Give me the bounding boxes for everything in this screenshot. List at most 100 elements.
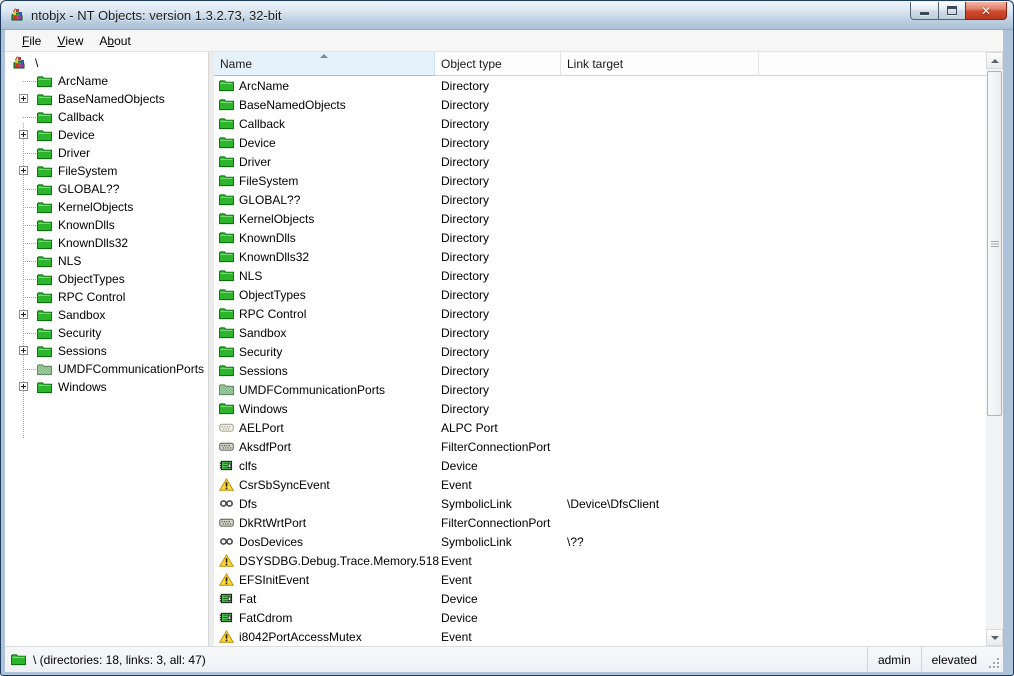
list-row-dosdevices[interactable]: DosDevices SymbolicLink \?? (214, 532, 986, 551)
tree-item-filesystem[interactable]: FileSystem (5, 162, 208, 180)
vertical-scrollbar[interactable] (986, 52, 1003, 646)
expand-plus-icon[interactable] (19, 382, 28, 391)
main-area: \ ArcName BaseNamedObjects Callback Device D… (5, 52, 1003, 646)
list-row-objecttypes[interactable]: ObjectTypes Directory (214, 285, 986, 304)
tree-item-global[interactable]: GLOBAL?? (5, 180, 208, 198)
tree-item-knowndlls[interactable]: KnownDlls (5, 216, 208, 234)
resize-grip[interactable] (987, 647, 1003, 672)
list-row-windows[interactable]: Windows Directory (214, 399, 986, 418)
expand-plus-icon[interactable] (19, 166, 28, 175)
folder-icon (37, 236, 53, 250)
scroll-down-button[interactable] (986, 629, 1003, 646)
list-row-fat[interactable]: Fat Device (214, 589, 986, 608)
tree-item-objecttypes[interactable]: ObjectTypes (5, 270, 208, 288)
tree-item-arcname[interactable]: ArcName (5, 72, 208, 90)
tree-root-item[interactable]: \ (5, 54, 208, 72)
maximize-icon (947, 6, 957, 15)
tree-item-label: UMDFCommunicationPorts (58, 362, 205, 376)
list-row-driver[interactable]: Driver Directory (214, 152, 986, 171)
list-row-sandbox[interactable]: Sandbox Directory (214, 323, 986, 342)
list-row-basenamedobjects[interactable]: BaseNamedObjects Directory (214, 95, 986, 114)
tree-item-basenamedobjects[interactable]: BaseNamedObjects (5, 90, 208, 108)
scroll-up-button[interactable] (986, 52, 1003, 69)
event-icon (219, 554, 234, 568)
list-row-knowndlls[interactable]: KnownDlls Directory (214, 228, 986, 247)
cell-name: FileSystem (214, 174, 435, 188)
tree-item-kernelobjects[interactable]: KernelObjects (5, 198, 208, 216)
tree-item-label: NLS (58, 254, 82, 268)
list-row-device[interactable]: Device Directory (214, 133, 986, 152)
folder-icon (37, 254, 53, 268)
list-row-sessions[interactable]: Sessions Directory (214, 361, 986, 380)
cell-object-type: Directory (441, 363, 490, 378)
cell-object-type: Directory (441, 287, 490, 302)
row-name: EFSInitEvent (239, 572, 310, 587)
list-row-dfs[interactable]: Dfs SymbolicLink \Device\DfsClient (214, 494, 986, 513)
expand-plus-icon[interactable] (19, 310, 28, 319)
cell-name: KnownDlls32 (214, 250, 435, 264)
tree-item-device[interactable]: Device (5, 126, 208, 144)
menu-about[interactable]: Ab out (91, 30, 138, 51)
menu-file[interactable]: File (14, 30, 49, 51)
tree-item-knowndlls32[interactable]: KnownDlls32 (5, 234, 208, 252)
filter-port-icon (219, 440, 234, 454)
expand-plus-icon[interactable] (19, 346, 28, 355)
list-row-clfs[interactable]: clfs Device (214, 456, 986, 475)
row-name: DosDevices (239, 534, 304, 549)
column-header-link-target[interactable]: Link target (561, 52, 759, 76)
folder-icon (37, 164, 53, 178)
row-name: BaseNamedObjects (239, 97, 346, 112)
cell-object-type: Directory (441, 97, 490, 112)
tree-item-label: Driver (58, 146, 90, 160)
list-row-efsinitevent[interactable]: EFSInitEvent Event (214, 570, 986, 589)
titlebar[interactable]: ntobjx - NT Objects: version 1.3.2.73, 3… (1, 1, 1013, 30)
expand-plus-icon[interactable] (19, 94, 28, 103)
list-row-dkrtwrtport[interactable]: DkRtWrtPort FilterConnectionPort (214, 513, 986, 532)
tree-item-sessions[interactable]: Sessions (5, 342, 208, 360)
list-row-fatcdrom[interactable]: FatCdrom Device (214, 608, 986, 627)
list-row-filesystem[interactable]: FileSystem Directory (214, 171, 986, 190)
expand-plus-icon[interactable] (19, 130, 28, 139)
cell-name: Sandbox (214, 326, 435, 340)
list-row-security[interactable]: Security Directory (214, 342, 986, 361)
tree-item-umdfcommunicationports[interactable]: UMDFCommunicationPorts (5, 360, 208, 378)
cell-object-type: Directory (441, 211, 490, 226)
minimize-button[interactable] (910, 2, 939, 20)
scrollbar-thumb[interactable] (987, 71, 1002, 416)
tree-item-nls[interactable]: NLS (5, 252, 208, 270)
tree-item-sandbox[interactable]: Sandbox (5, 306, 208, 324)
folder-icon (219, 155, 234, 169)
row-name: DkRtWrtPort (239, 515, 307, 530)
cell-object-type: Directory (441, 268, 490, 283)
column-header-object-type[interactable]: Object type (435, 52, 561, 76)
list-row-dsysdbg-debug-trace-memory-518[interactable]: DSYSDBG.Debug.Trace.Memory.518 Event (214, 551, 986, 570)
tree-item-callback[interactable]: Callback (5, 108, 208, 126)
column-header-name[interactable]: Name (214, 52, 435, 76)
window-controls: ✕ (910, 2, 1007, 20)
list-row-global[interactable]: GLOBAL?? Directory (214, 190, 986, 209)
cell-name: Security (214, 345, 435, 359)
list-row-aelport[interactable]: AELPort ALPC Port (214, 418, 986, 437)
list-row-arcname[interactable]: ArcName Directory (214, 76, 986, 95)
list-row-aksdfport[interactable]: AksdfPort FilterConnectionPort (214, 437, 986, 456)
tree-item-windows[interactable]: Windows (5, 378, 208, 396)
row-name: Windows (239, 401, 288, 416)
cell-object-type: Directory (441, 325, 490, 340)
maximize-button[interactable] (938, 2, 966, 20)
tree-item-driver[interactable]: Driver (5, 144, 208, 162)
list-row-knowndlls32[interactable]: KnownDlls32 Directory (214, 247, 986, 266)
cell-name: DSYSDBG.Debug.Trace.Memory.518 (214, 554, 439, 568)
list-row-kernelobjects[interactable]: KernelObjects Directory (214, 209, 986, 228)
tree-item-rpc-control[interactable]: RPC Control (5, 288, 208, 306)
list-row-nls[interactable]: NLS Directory (214, 266, 986, 285)
list-row-umdfcommunicationports[interactable]: UMDFCommunicationPorts Directory (214, 380, 986, 399)
tree-connector (19, 378, 37, 396)
list-row-i8042portaccessmutex[interactable]: i8042PortAccessMutex Event (214, 627, 986, 646)
tree-panel[interactable]: \ ArcName BaseNamedObjects Callback Device D… (5, 52, 208, 646)
list-row-rpc-control[interactable]: RPC Control Directory (214, 304, 986, 323)
list-row-csrsbsyncevent[interactable]: CsrSbSyncEvent Event (214, 475, 986, 494)
list-row-callback[interactable]: Callback Directory (214, 114, 986, 133)
tree-item-security[interactable]: Security (5, 324, 208, 342)
menu-view[interactable]: View (49, 30, 91, 51)
close-button[interactable]: ✕ (965, 2, 1007, 20)
